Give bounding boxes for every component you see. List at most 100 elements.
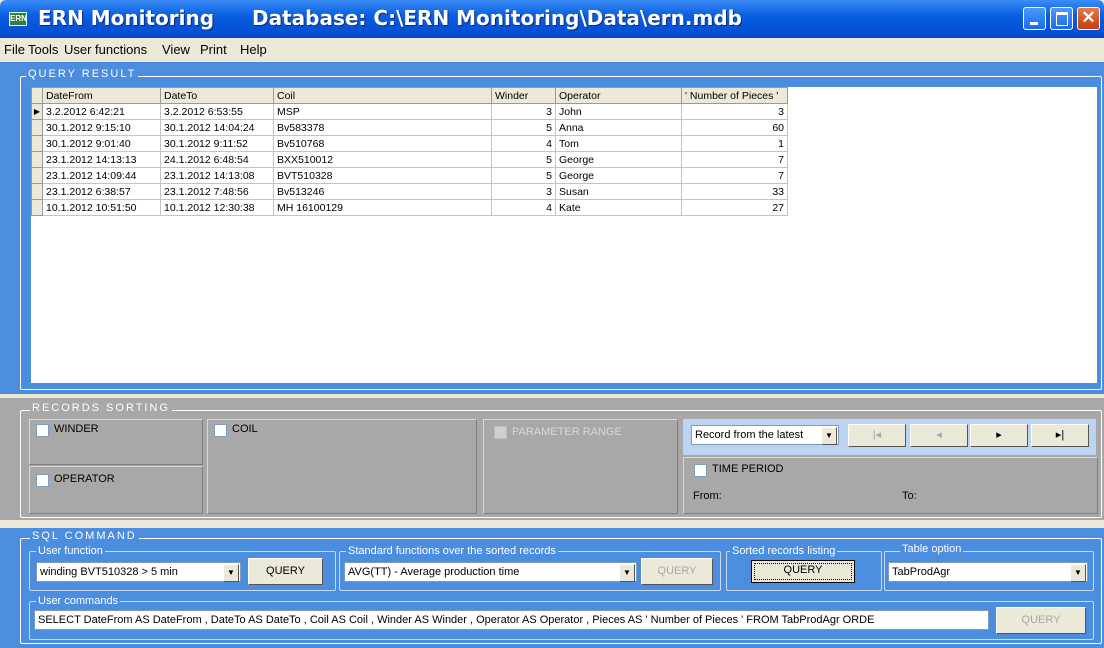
table-cell[interactable]: Bv510768 (273, 135, 492, 152)
table-cell[interactable]: 23.1.2012 7:48:56 (160, 183, 274, 200)
table-cell[interactable]: 60 (681, 119, 788, 136)
record-order-select[interactable]: Record from the latest ▼ (691, 425, 839, 445)
table-row[interactable]: 23.1.2012 14:09:44 23.1.2012 14:13:08 BVT5… (31, 167, 788, 184)
menu-tools[interactable]: Tools (28, 42, 58, 57)
table-row[interactable]: 23.1.2012 14:13:13 24.1.2012 6:48:54 BXX51… (31, 151, 788, 168)
table-cell[interactable]: 27 (681, 199, 788, 216)
table-cell[interactable]: Susan (555, 183, 682, 200)
user-commands-query-button[interactable]: QUERY (996, 607, 1086, 634)
table-cell[interactable]: Tom (555, 135, 682, 152)
table-cell[interactable]: 7 (681, 167, 788, 184)
nav-first-button[interactable]: |◂ (848, 424, 906, 447)
table-cell[interactable]: 24.1.2012 6:48:54 (160, 151, 274, 168)
table-cell[interactable]: 30.1.2012 14:04:24 (160, 119, 274, 136)
table-row[interactable]: 23.1.2012 6:38:57 23.1.2012 7:48:56 Bv5132… (31, 183, 788, 200)
table-cell[interactable]: 3 (491, 183, 556, 200)
table-cell[interactable]: George (555, 167, 682, 184)
time-period-checkbox[interactable] (694, 464, 707, 477)
table-cell[interactable]: 4 (491, 135, 556, 152)
close-button[interactable]: ✕ (1077, 7, 1100, 30)
row-indicator[interactable] (31, 199, 43, 216)
table-cell[interactable]: Bv583378 (273, 119, 492, 136)
table-cell[interactable]: George (555, 151, 682, 168)
table-cell[interactable]: 10.1.2012 10:51:50 (42, 199, 161, 216)
user-commands-label: User commands (36, 595, 121, 607)
table-cell[interactable]: 30.1.2012 9:01:40 (42, 135, 161, 152)
parameter-range-checkbox[interactable] (494, 426, 507, 439)
standard-functions-select[interactable]: AVG(TT) - Average production time ▼ (344, 562, 637, 582)
table-cell[interactable]: 3.2.2012 6:42:21 (42, 103, 161, 120)
row-indicator[interactable] (31, 151, 43, 168)
nav-last-button[interactable]: ▸| (1031, 424, 1089, 447)
table-cell[interactable]: BVT510328 (273, 167, 492, 184)
minimize-button[interactable] (1023, 7, 1046, 30)
app-title: ERN Monitoring (38, 6, 215, 30)
row-indicator[interactable] (31, 135, 43, 152)
row-indicator[interactable] (31, 167, 43, 184)
chevron-down-icon[interactable]: ▼ (619, 564, 635, 582)
table-cell[interactable]: 33 (681, 183, 788, 200)
table-cell[interactable]: 1 (681, 135, 788, 152)
operator-checkbox[interactable] (36, 474, 49, 487)
results-grid[interactable]: DateFrom DateTo Coil Winder Operator ' N… (31, 87, 1097, 383)
table-cell[interactable]: Kate (555, 199, 682, 216)
row-indicator[interactable] (31, 183, 43, 200)
winder-checkbox[interactable] (36, 424, 49, 437)
table-cell[interactable]: 23.1.2012 14:09:44 (42, 167, 161, 184)
table-cell[interactable]: 10.1.2012 12:30:38 (160, 199, 274, 216)
chevron-down-icon[interactable]: ▼ (821, 427, 837, 445)
table-cell[interactable]: 5 (491, 119, 556, 136)
table-cell[interactable]: MH 16100129 (273, 199, 492, 216)
table-cell[interactable]: 30.1.2012 9:15:10 (42, 119, 161, 136)
col-coil[interactable]: Coil (273, 87, 492, 104)
col-number-of-pieces[interactable]: ' Number of Pieces ' (681, 87, 788, 104)
menu-view[interactable]: View (162, 42, 190, 57)
record-order-value: Record from the latest (695, 429, 804, 441)
col-winder[interactable]: Winder (491, 87, 556, 104)
table-cell[interactable]: 3.2.2012 6:53:55 (160, 103, 274, 120)
user-commands-input[interactable]: SELECT DateFrom AS DateFrom , DateTo AS … (34, 610, 989, 630)
table-cell[interactable]: 30.1.2012 9:11:52 (160, 135, 274, 152)
table-row[interactable]: ▶ 3.2.2012 6:42:21 3.2.2012 6:53:55 MSP 3 Joh… (31, 103, 788, 120)
col-operator[interactable]: Operator (555, 87, 682, 104)
table-cell[interactable]: Anna (555, 119, 682, 136)
table-option-select[interactable]: TabProdAgr ▼ (888, 562, 1088, 582)
col-datefrom[interactable]: DateFrom (42, 87, 161, 104)
last-record-icon: ▸| (1055, 429, 1065, 441)
menu-bar: File Tools User functions View Print Hel… (0, 38, 1104, 60)
menu-print[interactable]: Print (200, 42, 227, 57)
sorted-records-query-button[interactable]: QUERY (751, 560, 855, 583)
table-cell[interactable]: John (555, 103, 682, 120)
nav-next-button[interactable]: ▸ (970, 424, 1028, 447)
table-cell[interactable]: 7 (681, 151, 788, 168)
table-cell[interactable]: 23.1.2012 14:13:13 (42, 151, 161, 168)
next-record-icon: ▸ (996, 429, 1002, 441)
chevron-down-icon[interactable]: ▼ (1070, 564, 1086, 582)
table-cell[interactable]: BXX510012 (273, 151, 492, 168)
current-row-indicator-icon[interactable]: ▶ (31, 103, 43, 120)
menu-file[interactable]: File (4, 42, 25, 57)
table-cell[interactable]: 3 (681, 103, 788, 120)
standard-functions-query-button[interactable]: QUERY (641, 558, 713, 585)
user-function-query-button[interactable]: QUERY (248, 558, 323, 585)
menu-user-functions[interactable]: User functions (64, 42, 147, 57)
user-function-select[interactable]: winding BVT510328 > 5 min ▼ (36, 562, 241, 582)
table-cell[interactable]: MSP (273, 103, 492, 120)
menu-help[interactable]: Help (240, 42, 267, 57)
table-cell[interactable]: 5 (491, 151, 556, 168)
table-cell[interactable]: 5 (491, 167, 556, 184)
table-cell[interactable]: 23.1.2012 14:13:08 (160, 167, 274, 184)
chevron-down-icon[interactable]: ▼ (223, 564, 239, 582)
table-cell[interactable]: Bv513246 (273, 183, 492, 200)
table-cell[interactable]: 23.1.2012 6:38:57 (42, 183, 161, 200)
col-dateto[interactable]: DateTo (160, 87, 274, 104)
table-row[interactable]: 30.1.2012 9:01:40 30.1.2012 9:11:52 Bv5107… (31, 135, 788, 152)
table-row[interactable]: 10.1.2012 10:51:50 10.1.2012 12:30:38 MH 1… (31, 199, 788, 216)
table-cell[interactable]: 3 (491, 103, 556, 120)
row-indicator[interactable] (31, 119, 43, 136)
maximize-button[interactable] (1050, 7, 1073, 30)
table-row[interactable]: 30.1.2012 9:15:10 30.1.2012 14:04:24 Bv583… (31, 119, 788, 136)
table-cell[interactable]: 4 (491, 199, 556, 216)
coil-checkbox[interactable] (214, 424, 227, 437)
nav-prev-button[interactable]: ◂ (910, 424, 968, 447)
